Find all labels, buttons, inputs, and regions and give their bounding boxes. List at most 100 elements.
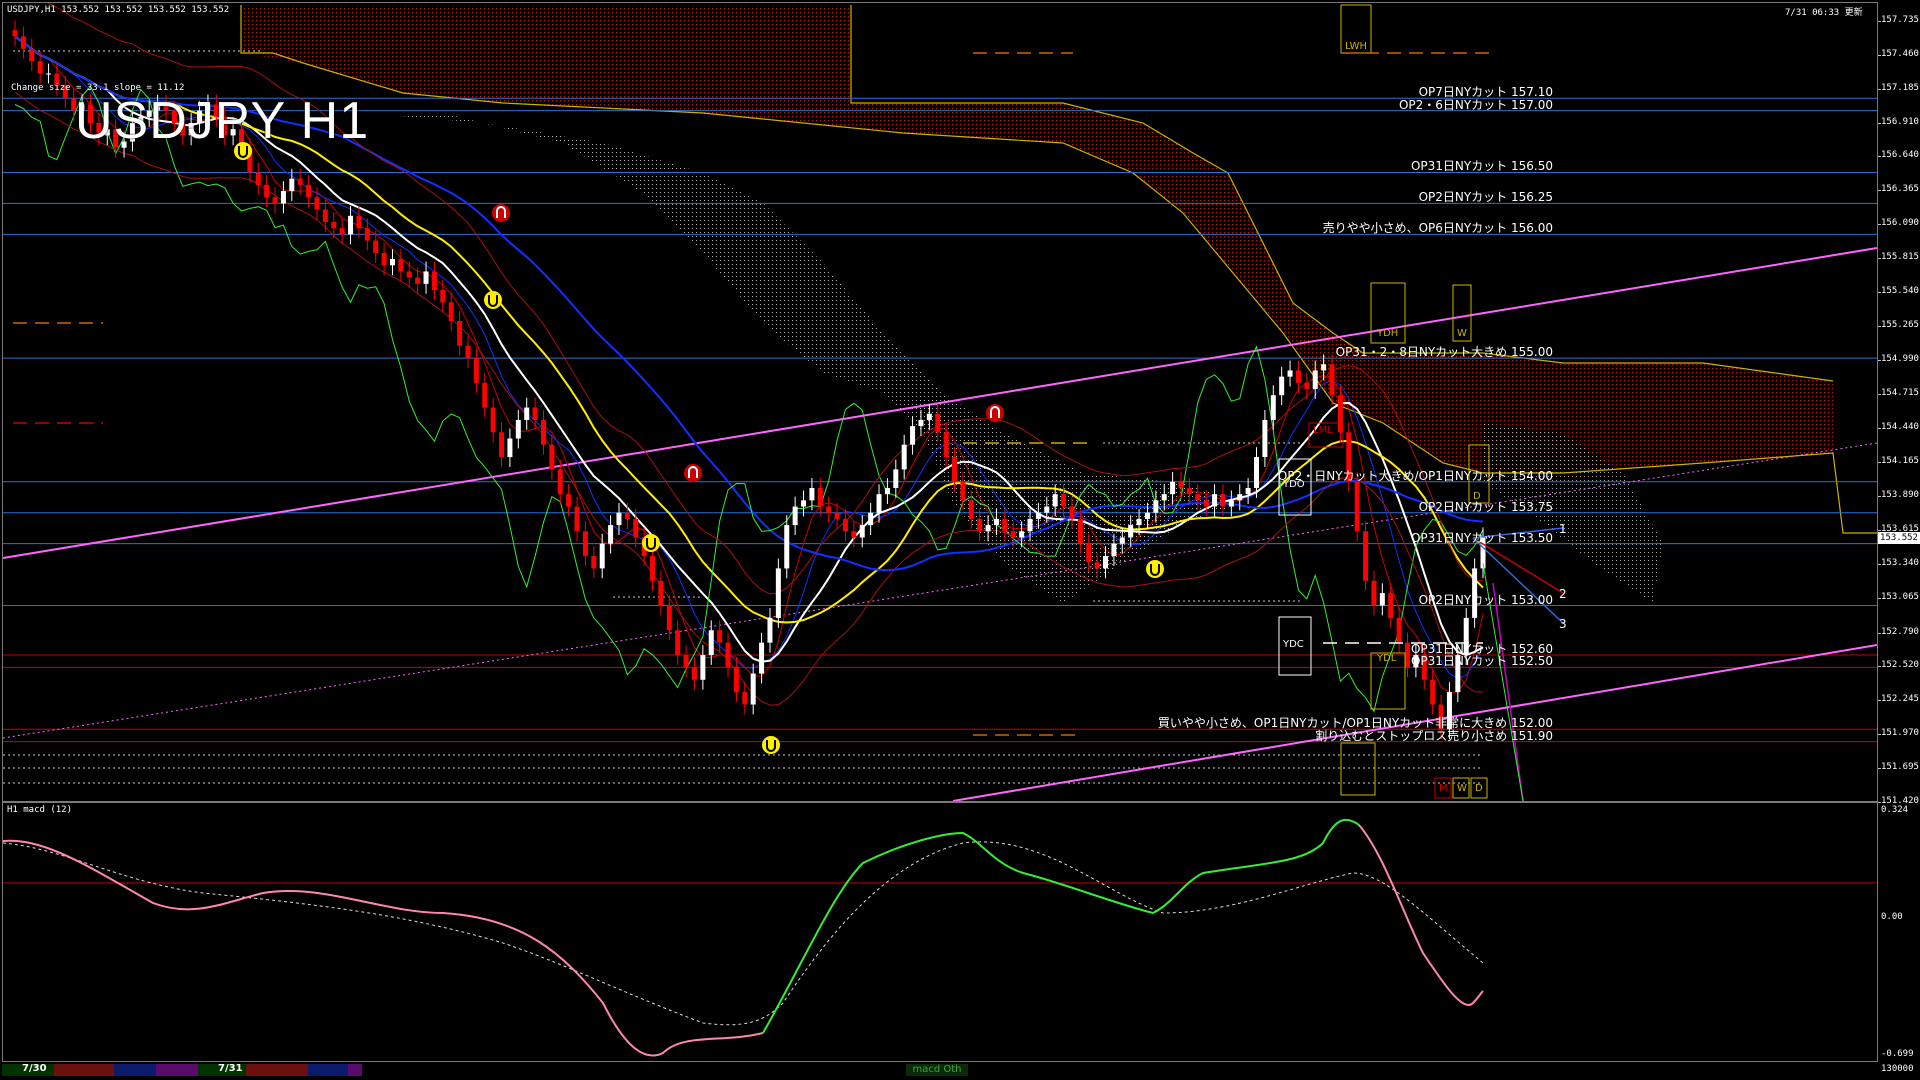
candle-body <box>306 184 312 198</box>
candle-body <box>465 345 471 359</box>
price-tick-label: 156.640 <box>1881 150 1919 161</box>
candle-body <box>960 481 966 501</box>
price-tick-label: 152.245 <box>1881 693 1919 704</box>
candle-body <box>725 642 731 668</box>
candle-body <box>515 419 521 439</box>
candle-body <box>255 172 261 185</box>
price-tick-label: 151.970 <box>1881 727 1919 738</box>
timebar-date-2: 7/31 <box>218 1063 243 1074</box>
candle-body <box>1027 518 1033 532</box>
box-label-ydc: YDC <box>1283 639 1304 650</box>
macd-pane[interactable]: H1 macd (12) <box>2 802 1878 1062</box>
level-label: 割り込むとストップロス売り小さめ 151.90 <box>1315 728 1553 743</box>
price-tick-label: 153.890 <box>1881 490 1919 501</box>
bottom-box <box>1340 742 1376 796</box>
level-label: OP2・日NYカット大きめ/OP1日NYカット 154.00 <box>1277 468 1553 483</box>
candle-body <box>540 419 546 445</box>
candle-body <box>733 667 739 693</box>
price-tick-label: 154.440 <box>1881 422 1919 433</box>
macd-axis-bottom: -0.699 <box>1881 1049 1914 1059</box>
macd-signal-line <box>3 841 1484 1026</box>
candle-body <box>339 228 345 235</box>
candle-body <box>440 290 446 303</box>
candle-body <box>616 512 622 526</box>
candle-body <box>1144 512 1150 519</box>
price-tick-label: 154.715 <box>1881 388 1919 399</box>
candle-body <box>381 252 387 266</box>
timebar-seg <box>156 1064 198 1076</box>
candle-body <box>826 506 832 513</box>
timebar-seg <box>54 1064 114 1076</box>
candle-body <box>415 277 421 284</box>
candle-body <box>918 419 924 427</box>
fib-label-2: 2 <box>1559 587 1567 601</box>
candle-body <box>1270 395 1276 420</box>
price-tick-label: 153.065 <box>1881 592 1919 603</box>
candle-body <box>29 48 35 62</box>
candle-body <box>591 556 597 569</box>
box-label-d: D <box>1473 491 1481 502</box>
fib-label-3: 3 <box>1559 617 1567 631</box>
price-tick-label: 155.540 <box>1881 286 1919 297</box>
candle-body <box>507 438 513 458</box>
candle-body <box>977 518 983 532</box>
candle-body <box>1363 531 1369 581</box>
candle-body <box>289 178 295 192</box>
price-axis[interactable]: 157.735 157.460 157.185 156.910 156.640 156.3… <box>1878 2 1920 1074</box>
price-tick-label: 155.815 <box>1881 252 1919 263</box>
candle-body <box>524 407 530 420</box>
price-tick-label: 151.695 <box>1881 761 1919 772</box>
candle-body <box>1119 537 1125 544</box>
candle-body <box>859 525 865 538</box>
candle-body <box>582 531 588 557</box>
candle-body <box>851 531 857 538</box>
timebar-seg <box>246 1064 308 1076</box>
candle-body <box>1195 494 1201 501</box>
price-tick-label: 157.460 <box>1881 48 1919 59</box>
candle-body <box>322 209 328 222</box>
candle-body <box>884 487 890 495</box>
candle-body <box>499 432 505 458</box>
candle-body <box>1337 395 1343 433</box>
box-label-ydh: YDH <box>1377 328 1399 339</box>
candle-body <box>473 358 479 383</box>
candle-body <box>1379 593 1385 606</box>
candle-body <box>1094 562 1100 569</box>
price-tick-label: 156.365 <box>1881 184 1919 195</box>
candle-body <box>574 506 580 532</box>
candle-body <box>532 407 538 420</box>
candle-body <box>566 494 572 507</box>
main-chart-pane[interactable]: USDJPY,H1 153.552 153.552 153.552 153.55… <box>2 2 1878 802</box>
timebar-macd-tag: macd Oth <box>906 1064 968 1076</box>
box-label-m: M <box>1439 783 1448 794</box>
fib-label-1: 1 <box>1559 522 1567 536</box>
candle-body <box>314 197 320 210</box>
candle-body <box>331 221 337 229</box>
candle-body <box>264 184 270 198</box>
candle-body <box>1287 370 1293 377</box>
macd-svg <box>3 818 1877 1057</box>
macd-line-pink <box>3 839 764 1057</box>
timebar-date-1: 7/30 <box>22 1063 47 1074</box>
candle-body <box>1388 593 1394 618</box>
price-tick-label: 157.185 <box>1881 82 1919 93</box>
candle-body <box>952 457 958 482</box>
candle-body <box>1002 518 1008 532</box>
candle-body <box>1396 617 1402 643</box>
candle-body <box>1405 642 1411 668</box>
price-tick-label: 153.340 <box>1881 558 1919 569</box>
candle-body <box>1321 364 1327 371</box>
candle-body <box>1354 481 1360 532</box>
price-tick-label: 152.790 <box>1881 626 1919 637</box>
current-price-badge: 153.552 <box>1878 532 1920 545</box>
box-label-ydo: YDO <box>1283 479 1305 490</box>
candle-body <box>37 61 43 74</box>
candle-body <box>1329 364 1335 396</box>
candle-body <box>1245 487 1251 495</box>
candle-body <box>691 667 697 680</box>
box-label-lwh: LWH <box>1345 41 1368 52</box>
candle-body <box>926 413 932 420</box>
timebar-seg <box>348 1064 362 1076</box>
signal-marker-icon <box>1146 560 1164 578</box>
level-label: OP2・6日NYカット 157.00 <box>1398 97 1553 112</box>
